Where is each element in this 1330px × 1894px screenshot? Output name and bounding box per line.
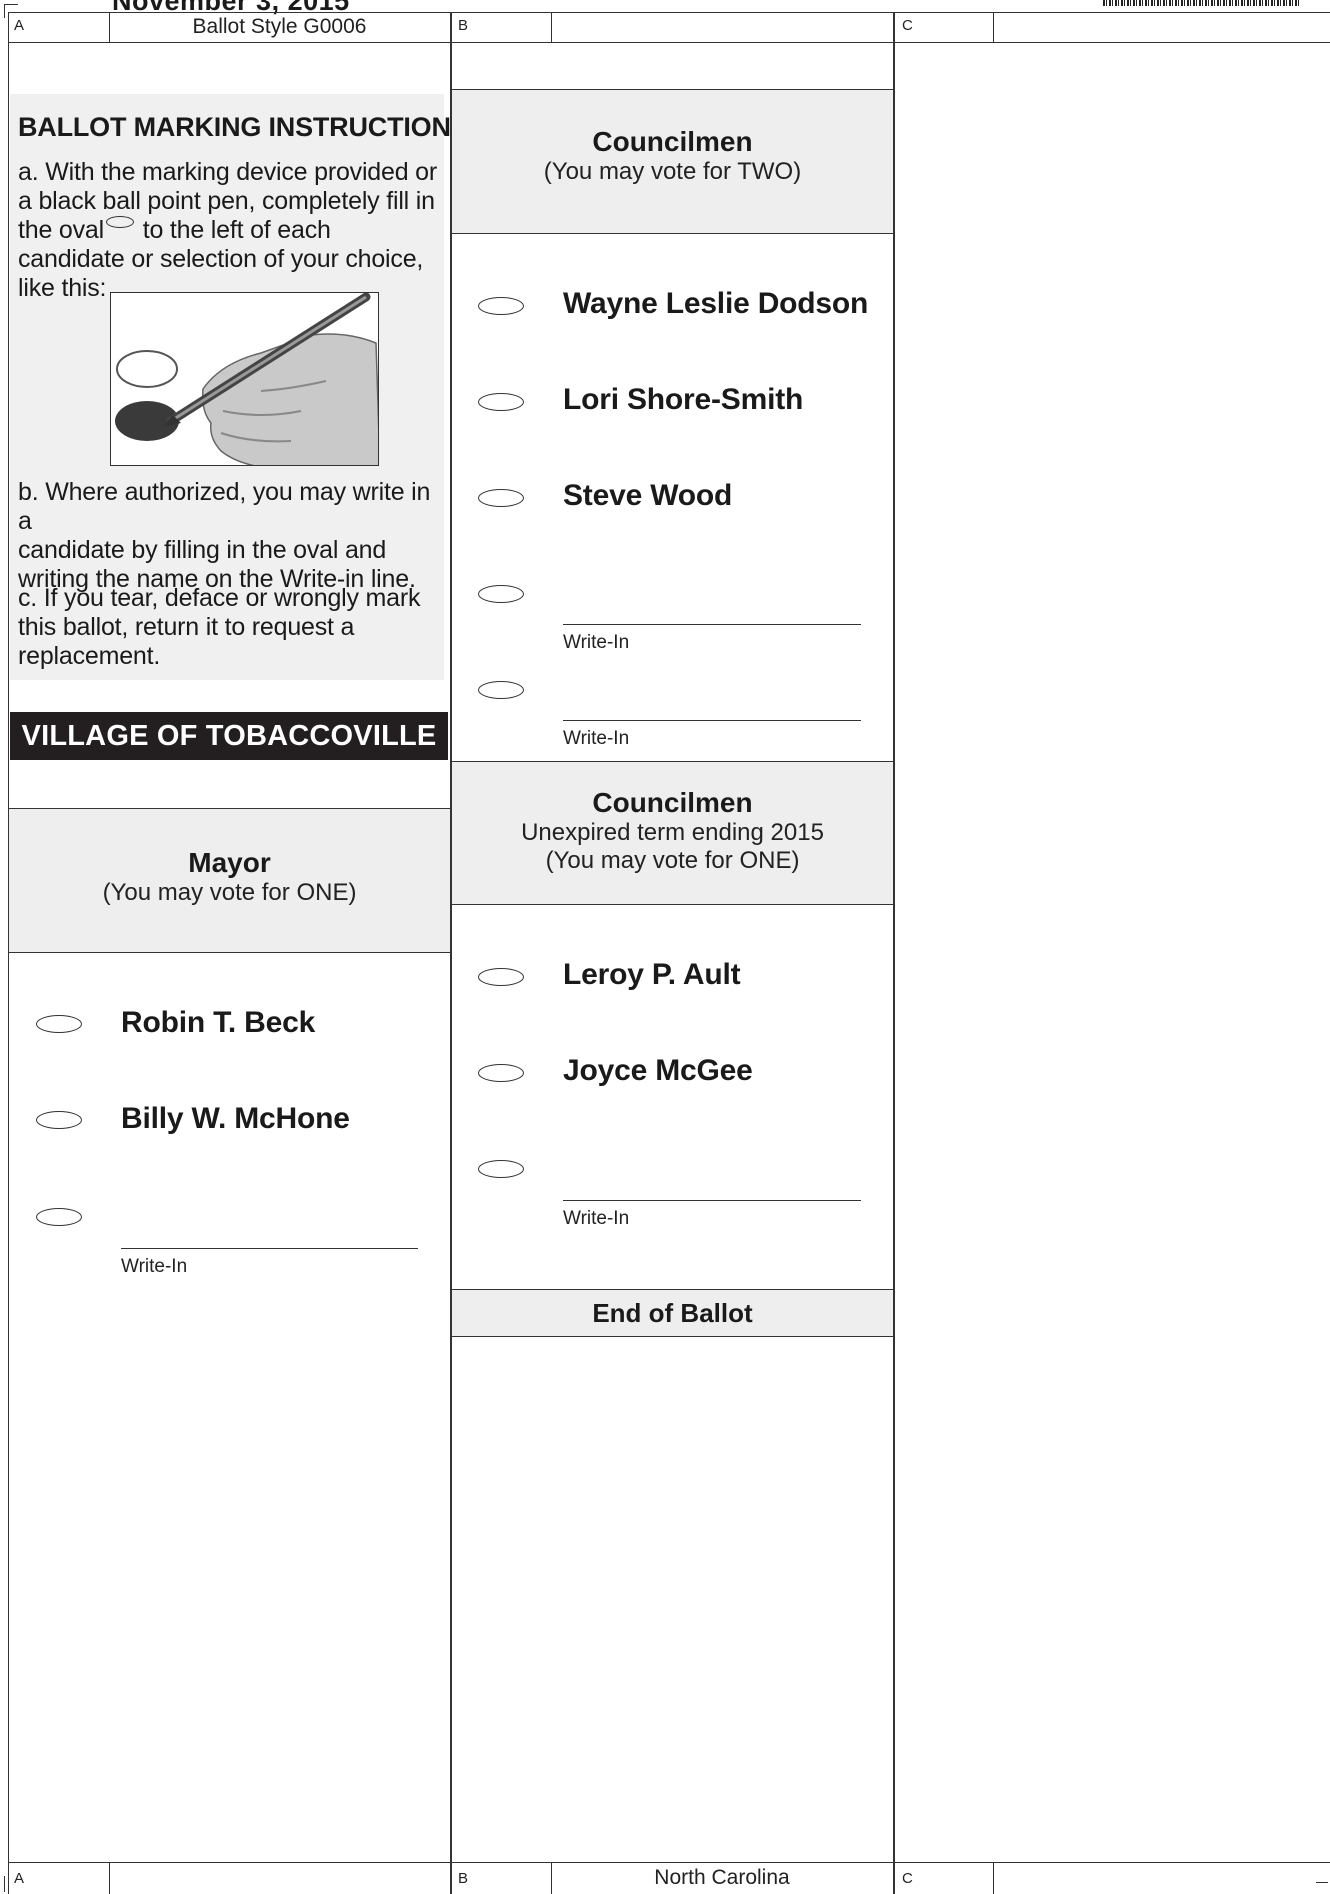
candidate-name: Leroy P. Ault: [563, 958, 741, 991]
contest-instruction: (You may vote for TWO): [543, 158, 802, 185]
vote-oval-joyce-mcgee[interactable]: [478, 1064, 524, 1082]
crop-mark: [4, 1876, 5, 1892]
writein-label: Write-In: [563, 728, 630, 749]
hand-pen-icon: [115, 293, 378, 465]
contest-instruction: (You may vote for ONE): [545, 847, 800, 874]
crop-mark: [1316, 1882, 1328, 1883]
footer-column-a-letter: A: [14, 1870, 25, 1887]
councilmen-unexpired-contest-header: Councilmen Unexpired term ending 2015 (Y…: [452, 762, 893, 904]
crop-mark: [4, 4, 18, 5]
writein-line[interactable]: [121, 1248, 418, 1249]
councilmen-contest-header: Councilmen (You may vote for TWO): [452, 90, 893, 233]
candidate-name: Joyce McGee: [563, 1054, 753, 1087]
vote-oval-mayor-writein[interactable]: [36, 1208, 82, 1226]
instructions-title: BALLOT MARKING INSTRUCTIONS:: [18, 112, 478, 142]
footer-state: North Carolina: [654, 1866, 790, 1889]
writein-label: Write-In: [563, 632, 630, 653]
vote-oval-leroy-ault[interactable]: [478, 968, 524, 986]
column-b-letter: B: [458, 17, 469, 34]
contest-term: Unexpired term ending 2015: [521, 819, 824, 846]
oval-icon: [105, 216, 134, 228]
column-a-letter: A: [14, 17, 25, 34]
vote-oval-unexpired-writein[interactable]: [478, 1160, 524, 1178]
mayor-contest-header: Mayor (You may vote for ONE): [9, 809, 450, 952]
footer-column-b-letter: B: [458, 1870, 469, 1887]
end-of-ballot: End of Ballot: [452, 1290, 893, 1336]
instruction-a: a. With the marking device provided or a…: [18, 158, 437, 302]
candidate-name: Steve Wood: [563, 479, 733, 512]
vote-oval-steve-wood[interactable]: [478, 489, 524, 507]
vote-oval-wayne-dodson[interactable]: [478, 297, 524, 315]
ballot-style: Ballot Style G0006: [192, 15, 367, 38]
vote-oval-councilmen-writein-2[interactable]: [478, 681, 524, 699]
column-c-letter: C: [902, 17, 913, 34]
candidate-name: Lori Shore-Smith: [563, 383, 804, 416]
village-banner: VILLAGE OF TOBACCOVILLE: [10, 712, 448, 760]
vote-oval-lori-shore-smith[interactable]: [478, 393, 524, 411]
contest-title: Councilmen: [592, 787, 753, 818]
writein-line[interactable]: [563, 1200, 861, 1201]
vote-oval-billy-mchone[interactable]: [36, 1111, 82, 1129]
instruction-b: b. Where authorized, you may write in a …: [18, 478, 431, 593]
vote-oval-robin-beck[interactable]: [36, 1015, 82, 1033]
writein-label: Write-In: [121, 1256, 188, 1277]
contest-title: Councilmen: [592, 126, 753, 157]
instruction-c: c. If you tear, deface or wrongly mark t…: [18, 584, 421, 670]
candidate-name: Robin T. Beck: [121, 1006, 316, 1039]
writein-line[interactable]: [563, 720, 861, 721]
footer-column-c-letter: C: [902, 1870, 913, 1887]
writein-line[interactable]: [563, 624, 861, 625]
contest-title: Mayor: [188, 847, 271, 878]
candidate-name: Billy W. McHone: [121, 1102, 350, 1135]
contest-instruction: (You may vote for ONE): [102, 879, 357, 906]
writein-label: Write-In: [563, 1208, 630, 1229]
marking-example-illustration: [110, 292, 379, 466]
vote-oval-councilmen-writein-1[interactable]: [478, 585, 524, 603]
barcode: [1103, 0, 1299, 6]
crop-mark: [4, 4, 5, 18]
candidate-name: Wayne Leslie Dodson: [563, 287, 869, 320]
